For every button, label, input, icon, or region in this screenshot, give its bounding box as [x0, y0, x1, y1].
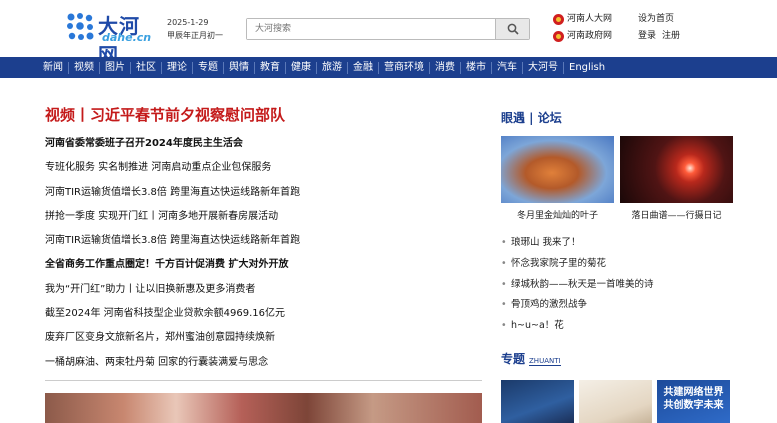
thumb-image: [501, 136, 614, 203]
nav-item[interactable]: 金融: [348, 61, 379, 74]
nav-item[interactable]: 图片: [100, 61, 131, 74]
nav-item[interactable]: 楼市: [461, 61, 492, 74]
topics-subtitle: ZHUANTI: [529, 357, 561, 366]
forum-item[interactable]: 琅琊山 我来了！: [501, 233, 733, 254]
nav-item[interactable]: 消费: [430, 61, 461, 74]
search-box: [246, 18, 530, 40]
news-list: 河南省委常委班子召开2024年度民主生活会 专班化服务 实名制推进 河南启动重点企…: [45, 132, 485, 375]
topic-banner[interactable]: [501, 380, 574, 423]
lunar-date-text: 甲辰年正月初一: [167, 31, 223, 40]
news-item[interactable]: 河南TIR运输货值增长3.8倍 跨里海直达快运线路新年首跑: [45, 181, 485, 205]
forum-item[interactable]: 绿城秋韵——秋天是一首唯美的诗: [501, 275, 733, 296]
nav-item[interactable]: English: [564, 62, 610, 74]
main-nav: 新闻 视频 图片 社区 理论 专题 舆情 教育 健康 旅游 金融 营商环境 消费…: [0, 57, 777, 78]
thumb-card[interactable]: 落日曲谱——行摄日记: [620, 136, 733, 223]
nav-item[interactable]: 理论: [162, 61, 193, 74]
thumb-caption: 冬月里金灿灿的叶子: [516, 211, 598, 221]
topic-banner[interactable]: 共建网络世界 共创数字未来: [657, 380, 730, 423]
news-item[interactable]: 专班化服务 实名制推进 河南启动重点企业包保服务: [45, 156, 485, 180]
renda-label: 河南人大网: [567, 14, 613, 24]
nav-item[interactable]: 新闻: [38, 61, 69, 74]
thumb-caption: 落日曲谱——行摄日记: [631, 211, 722, 221]
site-logo[interactable]: 大河网 dahe.cn: [66, 10, 160, 67]
divider: [45, 380, 482, 381]
search-button[interactable]: [495, 19, 529, 39]
nav-item[interactable]: 舆情: [224, 61, 255, 74]
nav-item[interactable]: 营商环境: [379, 61, 430, 74]
topics-title[interactable]: 专题: [501, 350, 525, 367]
search-icon: [507, 23, 519, 35]
feature-photo[interactable]: [45, 393, 482, 423]
search-input[interactable]: [247, 19, 495, 39]
gov-link[interactable]: 河南政府网: [553, 28, 612, 45]
news-item[interactable]: 我为“开门红”助力丨让以旧换新惠及更多消费者: [45, 278, 485, 302]
topics-images: 共建网络世界 共创数字未来: [501, 380, 735, 423]
topics-heading: 专题 ZHUANTI: [501, 350, 561, 367]
gov-links: 河南人大网 河南政府网: [553, 11, 612, 45]
emblem-icon: [553, 31, 564, 42]
nav-item[interactable]: 大河号: [523, 61, 564, 74]
date-text: 2025-1-29: [167, 18, 209, 27]
forum-thumbs: 冬月里金灿灿的叶子 落日曲谱——行摄日记: [501, 136, 733, 223]
news-item[interactable]: 一桶胡麻油、两束牡丹菊 回家的行囊装满爱与思念: [45, 351, 485, 375]
logo-domain: dahe.cn: [102, 31, 152, 44]
news-item[interactable]: 河南省委常委班子召开2024年度民主生活会: [45, 132, 485, 156]
nav-item[interactable]: 汽车: [492, 61, 523, 74]
renda-link[interactable]: 河南人大网: [553, 11, 612, 28]
news-item[interactable]: 截至2024年 河南省科技型企业贷款余额4969.16亿元: [45, 302, 485, 326]
user-links: 设为首页 登录 注册: [638, 11, 686, 45]
login-link[interactable]: 登录: [638, 31, 656, 41]
news-column: 视频丨习近平春节前夕视察慰问部队 河南省委常委班子召开2024年度民主生活会 专班…: [45, 104, 485, 375]
news-item[interactable]: 河南TIR运输货值增长3.8倍 跨里海直达快运线路新年首跑: [45, 229, 485, 253]
emblem-icon: [553, 14, 564, 25]
nav-item[interactable]: 旅游: [317, 61, 348, 74]
gov-label: 河南政府网: [567, 31, 613, 41]
nav-item[interactable]: 健康: [286, 61, 317, 74]
thumb-image: [620, 136, 733, 203]
date-block: 2025-1-29 甲辰年正月初一: [167, 16, 223, 42]
logo-dots-icon: [67, 13, 94, 40]
news-item[interactable]: 拼抢一季度 实现开门红丨河南多地开展新春房展活动: [45, 205, 485, 229]
forum-item[interactable]: 骨顶鸡的激烈战争: [501, 295, 733, 316]
nav-item[interactable]: 视频: [69, 61, 100, 74]
headline-link[interactable]: 视频丨习近平春节前夕视察慰问部队: [45, 104, 485, 126]
nav-item[interactable]: 教育: [255, 61, 286, 74]
forum-list: 琅琊山 我来了！怀念我家院子里的菊花绿城秋韵——秋天是一首唯美的诗骨顶鸡的激烈战…: [501, 233, 733, 337]
register-link[interactable]: 注册: [662, 31, 680, 41]
forum-title[interactable]: 眼遇 | 论坛: [501, 104, 733, 132]
nav-item[interactable]: 专题: [193, 61, 224, 74]
forum-item[interactable]: h~u~a！花: [501, 316, 733, 337]
nav-item[interactable]: 社区: [131, 61, 162, 74]
header: 大河网 dahe.cn 2025-1-29 甲辰年正月初一 河南人大网 河南政府…: [0, 0, 777, 67]
set-homepage-link[interactable]: 设为首页: [638, 14, 674, 24]
forum-item[interactable]: 怀念我家院子里的菊花: [501, 254, 733, 275]
thumb-card[interactable]: 冬月里金灿灿的叶子: [501, 136, 614, 223]
topic-banner[interactable]: [579, 380, 652, 423]
sidebar: 眼遇 | 论坛 冬月里金灿灿的叶子 落日曲谱——行摄日记 琅琊山 我来了！怀念我…: [501, 104, 733, 337]
news-item[interactable]: 全省商务工作重点圈定！千方百计促消费 扩大对外开放: [45, 253, 485, 277]
news-item[interactable]: 废弃厂区变身文旅新名片，郑州蜜油创意园持续焕新: [45, 326, 485, 350]
